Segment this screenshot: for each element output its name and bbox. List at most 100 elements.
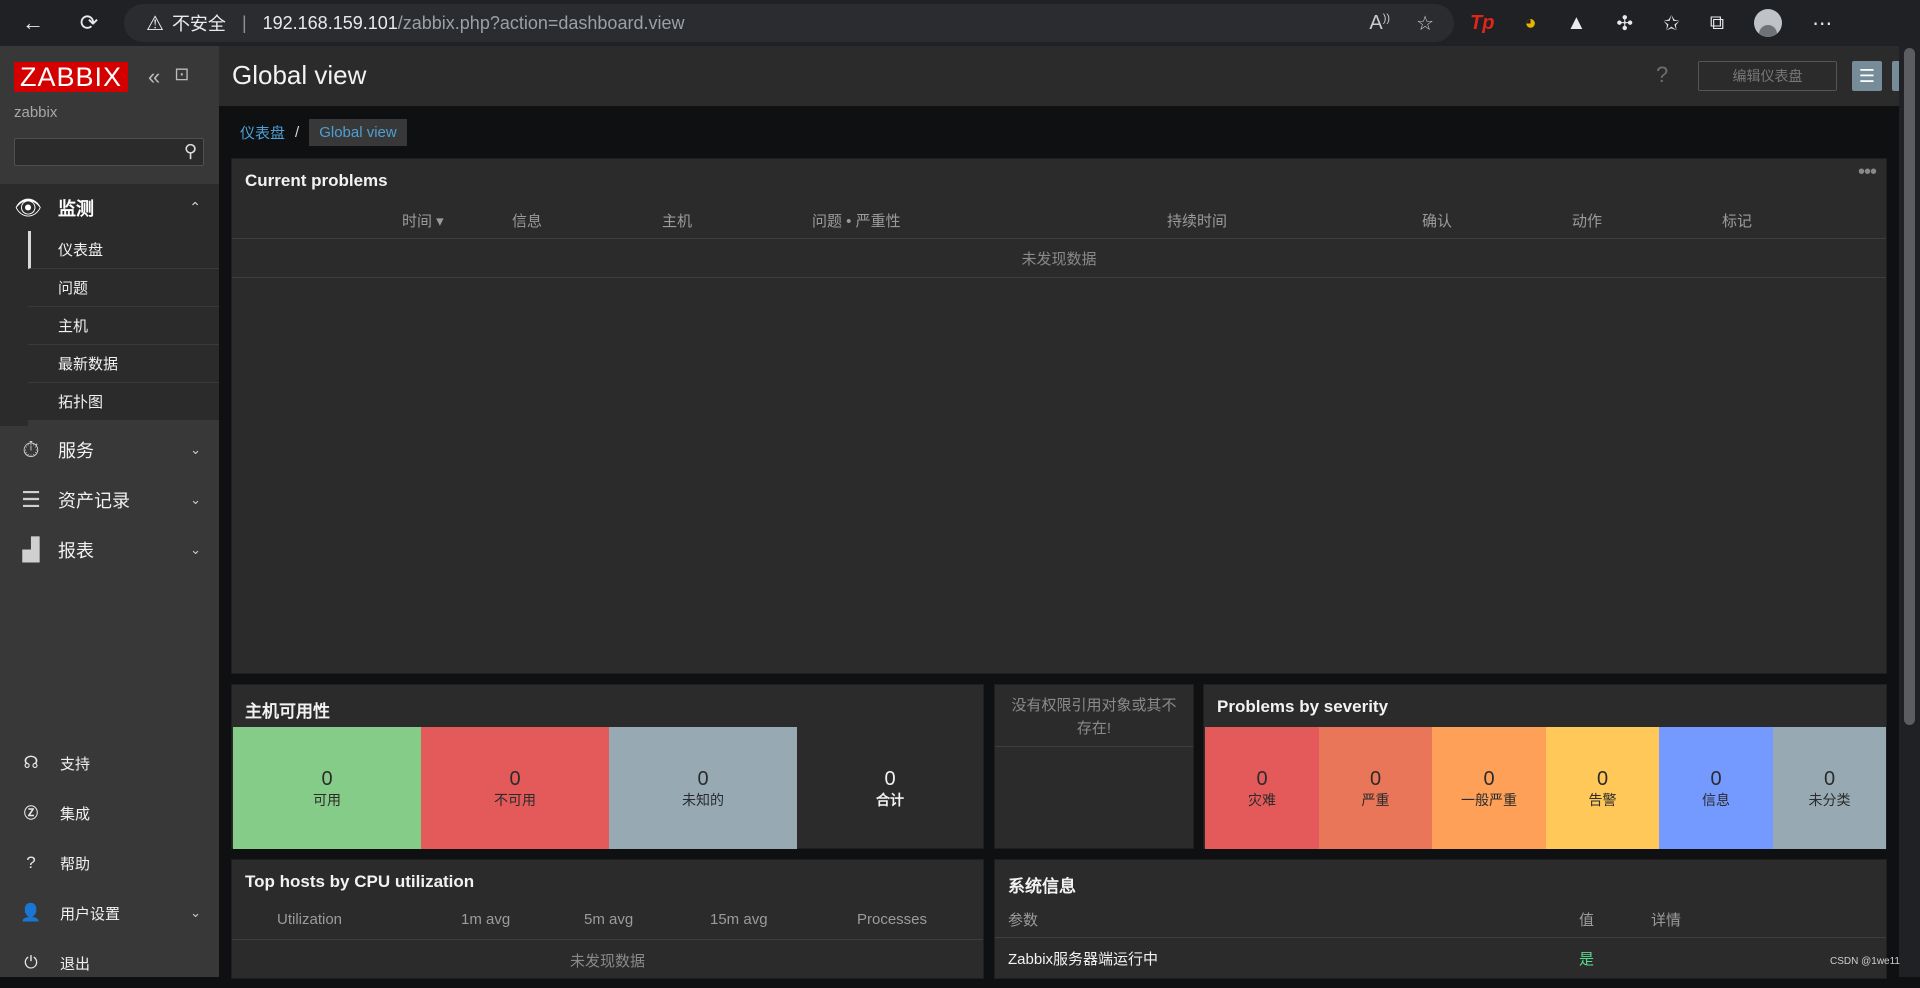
extensions-bar: Tp ◕ ▲ ✣ ✩ ⧉ ⋯ xyxy=(1470,0,1832,46)
current-problems-widget: Current problems ••• 时间 ▾ 信息 主机 问题 • 严重性… xyxy=(231,158,1887,674)
menu-integrations-label: 集成 xyxy=(60,805,91,823)
bar-chart-icon: ▟ xyxy=(22,537,40,562)
monitoring-submenu: 仪表盘 问题 主机 最新数据 拓扑图 xyxy=(0,231,219,421)
column-problem-severity: 问题 • 严重性 xyxy=(812,213,901,230)
availability-total: 0 合计 xyxy=(797,727,983,849)
page-scrollbar[interactable] xyxy=(1899,46,1920,977)
read-aloud-icon[interactable]: A)) xyxy=(1369,12,1390,35)
availability-label: 合计 xyxy=(876,792,904,808)
chevron-down-icon: ⌄ xyxy=(190,442,201,457)
breadcrumb-separator: / xyxy=(295,123,300,141)
chevron-down-icon: ⌄ xyxy=(190,905,201,920)
column-utilization: Utilization xyxy=(277,911,343,928)
availability-unknown[interactable]: 0 未知的 xyxy=(609,727,797,849)
severity-warning[interactable]: 0 告警 xyxy=(1546,727,1659,849)
severity-value: 0 xyxy=(1369,768,1382,790)
menu-icon[interactable]: ☰ xyxy=(1852,61,1882,91)
severity-label: 信息 xyxy=(1702,792,1730,808)
table-divider xyxy=(232,939,983,940)
widget-menu-icon[interactable]: ••• xyxy=(1858,161,1877,184)
system-info-widget: 系统信息 参数 值 详情 Zabbix服务器端运行中 是 xyxy=(994,859,1887,979)
menu-reports[interactable]: ▟ 报表 ⌄ xyxy=(0,525,219,575)
severity-average[interactable]: 0 一般严重 xyxy=(1432,727,1546,849)
severity-disaster[interactable]: 0 灾难 xyxy=(1205,727,1319,849)
column-5m-avg: 5m avg xyxy=(584,911,634,928)
menu-sign-out-label: 退出 xyxy=(60,955,91,973)
menu-user-settings[interactable]: 👤 用户设置 ⌄ xyxy=(0,888,219,938)
table-divider xyxy=(995,937,1886,938)
severity-high[interactable]: 0 严重 xyxy=(1319,727,1432,849)
list-icon: ☰ xyxy=(21,487,41,512)
menu-help[interactable]: ? 帮助 xyxy=(0,838,219,888)
address-icons: A)) ☆ xyxy=(1369,4,1434,42)
hide-sidebar-icon[interactable]: ⊡ xyxy=(174,64,189,90)
back-icon[interactable]: ← xyxy=(10,0,56,46)
headset-icon: ☊ xyxy=(23,753,39,772)
menu-inventory[interactable]: ☰ 资产记录 ⌄ xyxy=(0,475,219,525)
severity-label: 严重 xyxy=(1361,792,1390,808)
severity-value: 0 xyxy=(1596,768,1609,790)
availability-available[interactable]: 0 可用 xyxy=(233,727,421,849)
submenu-item-dashboard[interactable]: 仪表盘 xyxy=(28,231,219,269)
search-icon[interactable]: ⚲ xyxy=(184,141,197,162)
address-bar[interactable]: ⚠ 不安全 | 192.168.159.101/zabbix.php?actio… xyxy=(124,4,1454,42)
collapse-sidebar-icon[interactable]: « xyxy=(148,64,160,90)
no-permission-text: 没有权限引用对象或其不存在! xyxy=(1011,697,1177,737)
severity-not-classified[interactable]: 0 未分类 xyxy=(1773,727,1886,849)
host-availability-widget: 主机可用性 0 可用 0 不可用 0 未知的 0 合计 xyxy=(231,684,984,849)
submenu-item-latest-data[interactable]: 最新数据 xyxy=(28,345,219,383)
availability-value: 0 xyxy=(884,768,896,790)
breadcrumb-dashboard-link[interactable]: 仪表盘 xyxy=(230,122,295,143)
menu-monitoring[interactable]: 👁 监测 ⌃ xyxy=(0,184,219,231)
widget-title: Current problems xyxy=(245,171,388,190)
tp-extension-icon[interactable]: Tp xyxy=(1470,12,1494,35)
menu-reports-label: 报表 xyxy=(58,541,94,561)
add-favorite-icon[interactable]: ☆ xyxy=(1416,11,1434,36)
puzzle-icon[interactable]: ✣ xyxy=(1616,11,1633,36)
globe-extension-icon[interactable]: ◕ xyxy=(1524,12,1536,35)
menu-user-settings-label: 用户设置 xyxy=(60,905,121,923)
more-icon[interactable]: ⋯ xyxy=(1812,11,1832,36)
menu-support[interactable]: ☊ 支持 xyxy=(0,738,219,788)
column-time[interactable]: 时间 ▾ xyxy=(402,210,444,231)
availability-unavailable[interactable]: 0 不可用 xyxy=(421,727,609,849)
sidebar: ZABBIX « ⊡ zabbix ⚲ 👁 监测 ⌃ 仪表盘 问题 主机 最新数… xyxy=(0,46,219,977)
severity-label: 灾难 xyxy=(1248,792,1276,808)
collections-icon[interactable]: ⧉ xyxy=(1710,12,1724,35)
eye-icon: 👁 xyxy=(14,194,42,220)
sysinfo-param: Zabbix服务器端运行中 xyxy=(1008,951,1159,968)
submenu-item-maps[interactable]: 拓扑图 xyxy=(28,383,219,421)
profile-avatar[interactable] xyxy=(1754,9,1783,37)
severity-information[interactable]: 0 信息 xyxy=(1659,727,1773,849)
edit-dashboard-button[interactable]: 编辑仪表盘 xyxy=(1698,61,1837,91)
server-name: zabbix xyxy=(14,104,58,121)
severity-value: 0 xyxy=(1256,768,1268,790)
widget-divider xyxy=(995,746,1193,747)
menu-sign-out[interactable]: ⏻ 退出 xyxy=(0,938,219,988)
warning-icon: ⚠ xyxy=(146,12,164,35)
question-icon: ? xyxy=(26,853,36,872)
scrollbar-thumb[interactable] xyxy=(1904,48,1915,725)
favorites-icon[interactable]: ✩ xyxy=(1663,11,1680,36)
page-header: Global view ? 编辑仪表盘 ☰ ⤢ xyxy=(219,46,1920,106)
widget-title: Top hosts by CPU utilization xyxy=(245,872,475,891)
submenu-item-problems[interactable]: 问题 xyxy=(28,269,219,307)
availability-value: 0 xyxy=(697,768,709,790)
column-tags: 标记 xyxy=(1722,213,1753,230)
sidebar-search-input[interactable]: ⚲ xyxy=(14,138,204,166)
mountain-extension-icon[interactable]: ▲ xyxy=(1567,12,1587,35)
zabbix-logo[interactable]: ZABBIX xyxy=(14,62,128,92)
breadcrumb-current[interactable]: Global view xyxy=(309,118,407,146)
menu-support-label: 支持 xyxy=(60,755,91,773)
refresh-icon[interactable]: ⟳ xyxy=(66,0,112,46)
menu-services[interactable]: ⏱ 服务 ⌄ xyxy=(0,425,219,475)
chevron-down-icon: ⌄ xyxy=(190,542,201,557)
help-icon[interactable]: ? xyxy=(1656,62,1668,88)
severity-value: 0 xyxy=(1823,768,1836,790)
insecure-label: 不安全 xyxy=(171,14,226,34)
no-data-text: 未发现数据 xyxy=(1021,251,1097,268)
column-host: 主机 xyxy=(662,213,693,230)
menu-integrations[interactable]: Ⓩ 集成 xyxy=(0,788,219,838)
submenu-item-hosts[interactable]: 主机 xyxy=(28,307,219,345)
user-icon: 👤 xyxy=(20,903,42,922)
